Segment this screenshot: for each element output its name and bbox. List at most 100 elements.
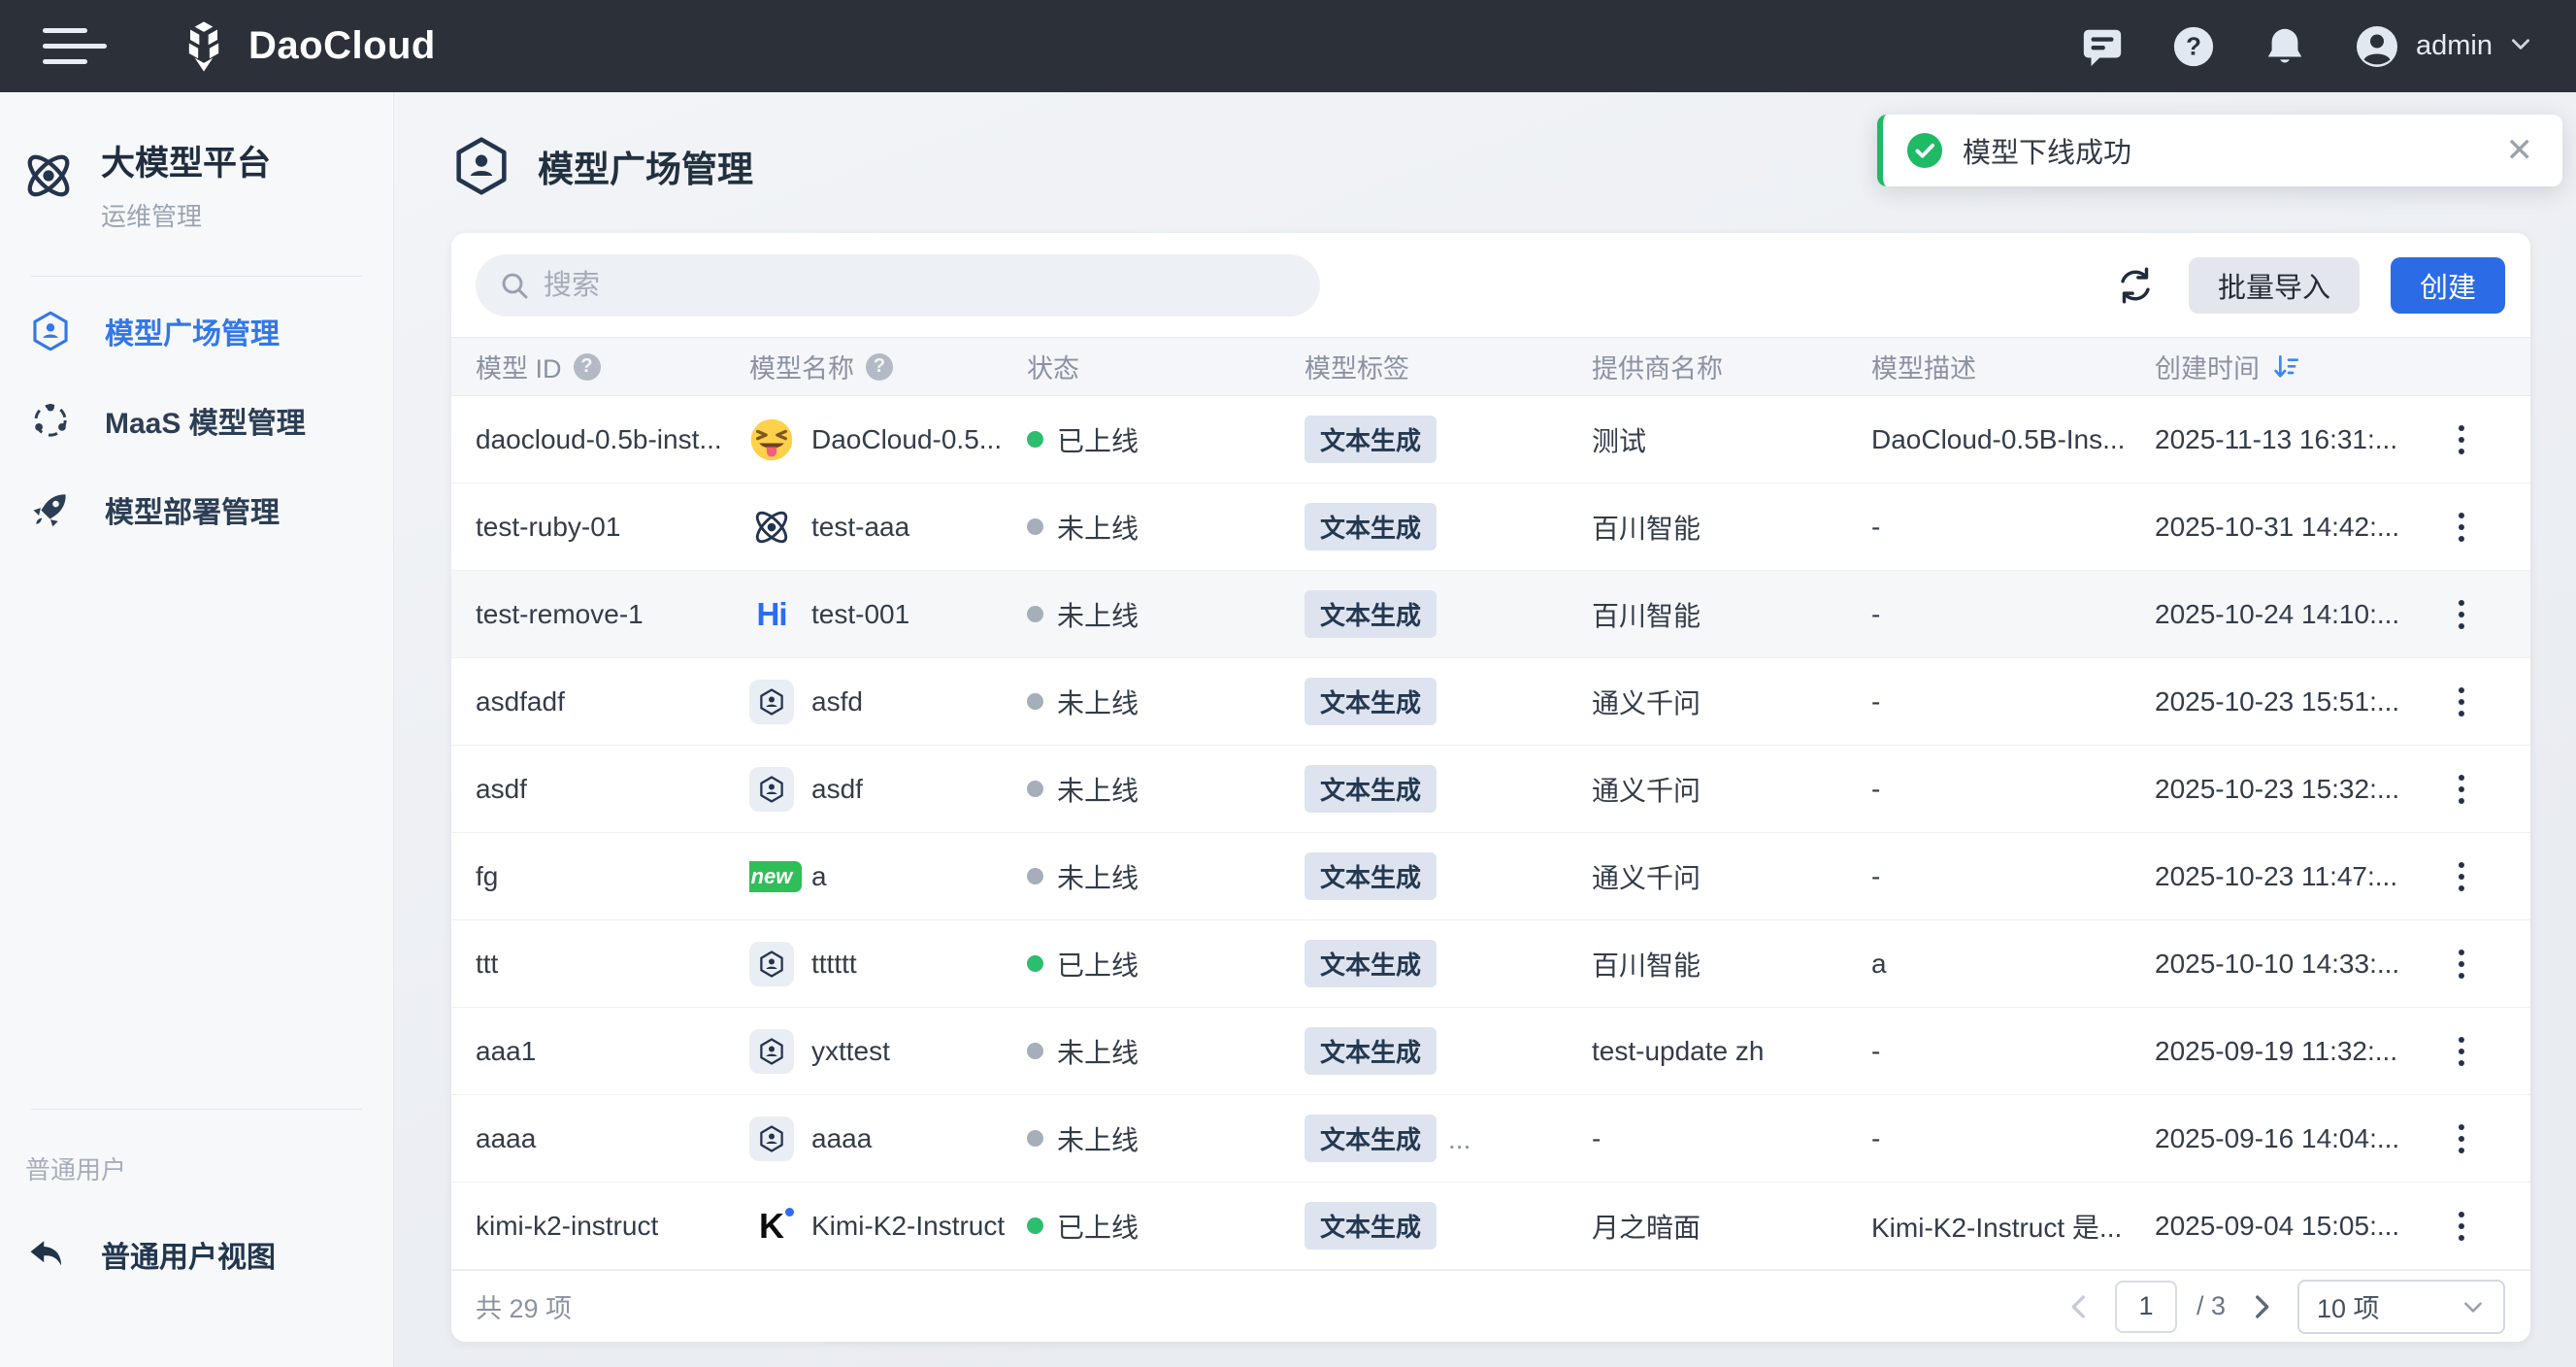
- table-row: kimi-k2-instructKKimi-K2-Instruct已上线文本生成…: [451, 1183, 2530, 1270]
- page-size-select[interactable]: 10 项: [2297, 1280, 2505, 1334]
- row-menu-kebab-icon[interactable]: [2437, 590, 2486, 639]
- search-icon: [499, 270, 530, 301]
- row-menu-kebab-icon[interactable]: [2437, 1027, 2486, 1076]
- new-badge-icon: new: [749, 854, 794, 899]
- create-button[interactable]: 创建: [2391, 257, 2505, 314]
- maas-icon: [29, 399, 72, 442]
- cell-description: a: [1871, 949, 2155, 980]
- table-row: asdfadfasfd未上线文本生成通义千问-2025-10-23 15:51:…: [451, 658, 2530, 746]
- model-name-text: tttttt: [811, 949, 857, 980]
- user-menu[interactable]: admin: [2354, 23, 2533, 70]
- cell-model-id: asdfadf: [476, 686, 749, 717]
- row-menu-kebab-icon[interactable]: [2437, 1115, 2486, 1163]
- cell-model-tag: 文本生成: [1305, 940, 1592, 987]
- status-dot: [1027, 518, 1043, 535]
- table-header-row: 模型 ID?模型名称?状态模型标签提供商名称模型描述创建时间: [451, 337, 2530, 396]
- page-number-input[interactable]: [2115, 1281, 2177, 1333]
- avatar: [2354, 23, 2400, 70]
- column-label: 创建时间: [2155, 348, 2260, 385]
- row-menu-kebab-icon[interactable]: [2437, 1202, 2486, 1250]
- sort-descending-icon[interactable]: [2271, 351, 2302, 383]
- row-menu-kebab-icon[interactable]: [2437, 416, 2486, 464]
- divider: [31, 276, 362, 277]
- sidebar-bottom: 普通用户 普通用户视图: [0, 1109, 393, 1299]
- cell-model-id: fg: [476, 861, 749, 892]
- row-actions: [2427, 1027, 2495, 1076]
- feedback-chat-icon[interactable]: [2080, 24, 2125, 69]
- column-header: 模型标签: [1305, 348, 1592, 385]
- sidebar-item[interactable]: 模型部署管理: [0, 465, 393, 554]
- rocket-icon: [29, 488, 72, 531]
- model-tag: 文本生成: [1305, 1115, 1437, 1162]
- refresh-icon[interactable]: [2113, 263, 2158, 308]
- row-menu-kebab-icon[interactable]: [2437, 765, 2486, 814]
- column-label: 模型名称: [749, 348, 854, 385]
- sidebar-item-label: 模型广场管理: [105, 310, 280, 352]
- row-actions: [2427, 503, 2495, 551]
- cell-created-time: 2025-09-16 14:04:...: [2155, 1123, 2427, 1154]
- chevron-down-icon: [2508, 31, 2533, 61]
- status-dot: [1027, 1217, 1043, 1234]
- row-menu-kebab-icon[interactable]: [2437, 940, 2486, 988]
- platform-title: 大模型平台: [101, 145, 271, 183]
- column-header: 模型描述: [1871, 348, 2155, 385]
- platform-brand: 大模型平台 运维管理: [0, 92, 393, 233]
- success-toast: 模型下线成功 ✕: [1877, 115, 2562, 186]
- cell-status: 已上线: [1027, 1207, 1305, 1246]
- cell-created-time: 2025-10-10 14:33:...: [2155, 949, 2427, 980]
- status-dot: [1027, 693, 1043, 710]
- row-actions: [2427, 1202, 2495, 1250]
- cell-status: 未上线: [1027, 683, 1305, 721]
- cell-model-tag: 文本生成: [1305, 503, 1592, 550]
- cell-created-time: 2025-10-23 15:51:...: [2155, 686, 2427, 717]
- search-input[interactable]: [544, 270, 1297, 302]
- cell-model-id: aaaa: [476, 1123, 749, 1154]
- model-name-text: test-001: [811, 599, 909, 630]
- cell-provider: 测试: [1592, 420, 1871, 459]
- success-check-icon: [1906, 132, 1943, 169]
- model-name-text: DaoCloud-0.5...: [811, 424, 1002, 455]
- cell-model-id: ttt: [476, 949, 749, 980]
- column-label: 模型 ID: [476, 348, 562, 385]
- help-icon[interactable]: ?: [2171, 24, 2216, 69]
- cell-status: 未上线: [1027, 1119, 1305, 1158]
- default-model-icon: [749, 767, 794, 812]
- row-actions: [2427, 1115, 2495, 1163]
- row-menu-kebab-icon[interactable]: [2437, 503, 2486, 551]
- hamburger-menu-icon[interactable]: [43, 28, 107, 64]
- main-content: 模型广场管理 批量导入 创建: [394, 92, 2576, 1367]
- notifications-bell-icon[interactable]: [2262, 24, 2307, 69]
- cell-model-tag: 文本生成: [1305, 1027, 1592, 1075]
- model-name-text: a: [811, 861, 827, 892]
- sidebar-item[interactable]: 模型广场管理: [0, 286, 393, 376]
- model-tag: 文本生成: [1305, 1202, 1437, 1250]
- table-row: fgnewa未上线文本生成通义千问-2025-10-23 11:47:...: [451, 833, 2530, 920]
- row-menu-kebab-icon[interactable]: [2437, 678, 2486, 726]
- row-menu-kebab-icon[interactable]: [2437, 852, 2486, 901]
- chevron-down-icon: [2460, 1294, 2486, 1319]
- status-text: 未上线: [1057, 857, 1139, 896]
- model-name-text: aaaa: [811, 1123, 872, 1154]
- cell-status: 未上线: [1027, 595, 1305, 634]
- default-model-icon: [749, 1029, 794, 1074]
- page-total: / 3: [2196, 1291, 2226, 1321]
- batch-import-button[interactable]: 批量导入: [2189, 257, 2360, 314]
- prev-page-icon[interactable]: [2063, 1290, 2096, 1323]
- column-label: 模型描述: [1871, 348, 1976, 385]
- next-page-icon[interactable]: [2245, 1290, 2278, 1323]
- toast-close-icon[interactable]: ✕: [2506, 134, 2534, 167]
- svg-text:?: ?: [2186, 33, 2201, 60]
- cell-model-tag: 文本生成...: [1305, 1115, 1592, 1162]
- atom-logo-icon: [749, 505, 794, 550]
- sidebar-item-user-view[interactable]: 普通用户视图: [0, 1210, 393, 1299]
- brand-logo[interactable]: DaoCloud: [177, 19, 436, 74]
- column-header: 模型名称?: [749, 348, 1027, 385]
- model-name-text: asfd: [811, 686, 863, 717]
- cell-model-name: aaaa: [749, 1117, 1027, 1161]
- sidebar-item[interactable]: MaaS 模型管理: [0, 376, 393, 465]
- model-tag: 文本生成: [1305, 503, 1437, 550]
- cell-created-time: 2025-10-23 15:32:...: [2155, 774, 2427, 805]
- status-dot: [1027, 781, 1043, 797]
- cell-model-name: KKimi-K2-Instruct: [749, 1204, 1027, 1249]
- status-text: 未上线: [1057, 770, 1139, 809]
